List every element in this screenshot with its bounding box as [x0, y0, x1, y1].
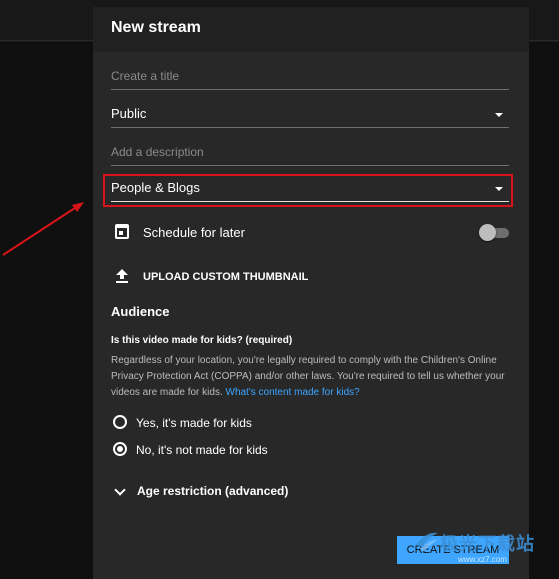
visibility-dropdown[interactable]: Public: [111, 105, 509, 128]
schedule-toggle-knob[interactable]: [479, 224, 496, 241]
coppa-description: Regardless of your location, you're lega…: [111, 353, 516, 401]
dialog-title: New stream: [111, 19, 201, 36]
upload-icon: [116, 269, 128, 283]
radio-made-for-kids[interactable]: [113, 415, 127, 429]
age-restriction-toggle[interactable]: Age restriction (advanced): [137, 484, 288, 498]
watermark-logo-icon: [416, 532, 438, 551]
kids-question: Is this video made for kids? (required): [111, 335, 293, 346]
visibility-value: Public: [111, 106, 147, 121]
audience-title: Audience: [111, 304, 170, 319]
description-input-placeholder: Add a description: [111, 145, 204, 159]
annotation-highlight-box: [103, 174, 513, 207]
watermark-url: www.xz7.com: [458, 555, 507, 564]
description-input[interactable]: Add a description: [111, 143, 509, 166]
title-input-placeholder: Create a title: [111, 69, 180, 83]
kids-content-link[interactable]: What's content made for kids?: [226, 387, 360, 398]
radio-not-made-for-kids[interactable]: [113, 442, 127, 456]
schedule-label: Schedule for later: [143, 225, 245, 240]
watermark-text: 极光下载站: [440, 534, 535, 555]
calendar-icon: [115, 224, 129, 239]
upload-thumbnail-button[interactable]: UPLOAD CUSTOM THUMBNAIL: [143, 271, 308, 283]
radio-not-made-for-kids-label[interactable]: No, it's not made for kids: [136, 443, 268, 457]
caret-down-icon: [495, 113, 503, 117]
title-input[interactable]: Create a title: [111, 67, 509, 90]
radio-made-for-kids-label[interactable]: Yes, it's made for kids: [136, 416, 252, 430]
